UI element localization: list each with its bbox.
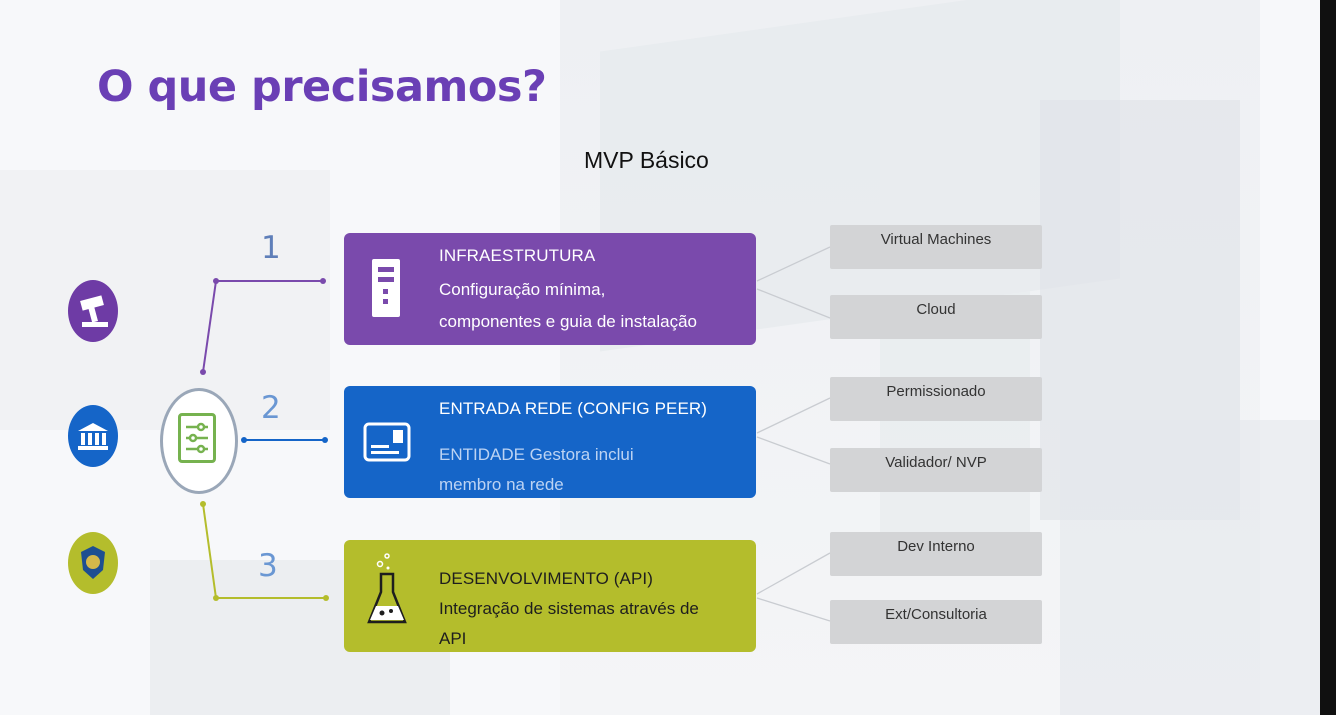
- infraestrutura-desc-2: componentes e guia de instalação: [439, 312, 698, 331]
- hub-circle: [160, 388, 238, 494]
- entrada-rede-desc-1: ENTIDADE Gestora inclui: [439, 445, 634, 464]
- step-number-3: 3: [258, 548, 278, 584]
- entrada-rede-desc-2: membro na rede: [439, 475, 564, 494]
- entrada-rede-title: ENTRADA REDE (CONFIG PEER): [439, 399, 708, 418]
- step-number-2: 2: [261, 390, 281, 426]
- infraestrutura-box: INFRAESTRUTURA Configuração mínima, comp…: [344, 233, 756, 345]
- step-number-1: 1: [261, 230, 281, 266]
- tag-virtual-machines: Virtual Machines: [830, 225, 1042, 269]
- entrada-rede-box: ENTRADA REDE (CONFIG PEER) ENTIDADE Gest…: [344, 386, 756, 498]
- server-tower-icon: [362, 255, 412, 321]
- tag-cloud: Cloud: [830, 295, 1042, 339]
- tag-dev-interno: Dev Interno: [830, 532, 1042, 576]
- infraestrutura-desc-1: Configuração mínima,: [439, 280, 606, 299]
- tag-permissionado: Permissionado: [830, 377, 1042, 421]
- desenvolvimento-desc-1: Integração de sistemas através de: [439, 599, 699, 618]
- tag-validador-nvp: Validador/ NVP: [830, 448, 1042, 492]
- gavel-icon: [68, 280, 118, 342]
- settings-sliders-icon: [178, 413, 216, 463]
- flask-icon: [364, 550, 414, 624]
- police-badge-icon: [68, 532, 118, 594]
- desenvolvimento-title: DESENVOLVIMENTO (API): [439, 569, 654, 588]
- infraestrutura-title: INFRAESTRUTURA: [439, 246, 596, 265]
- id-card-icon: [362, 408, 412, 474]
- desenvolvimento-box: DESENVOLVIMENTO (API) Integração de sist…: [344, 540, 756, 652]
- bank-icon: [68, 405, 118, 467]
- desenvolvimento-desc-2: API: [439, 629, 467, 648]
- tag-ext-consultoria: Ext/Consultoria: [830, 600, 1042, 644]
